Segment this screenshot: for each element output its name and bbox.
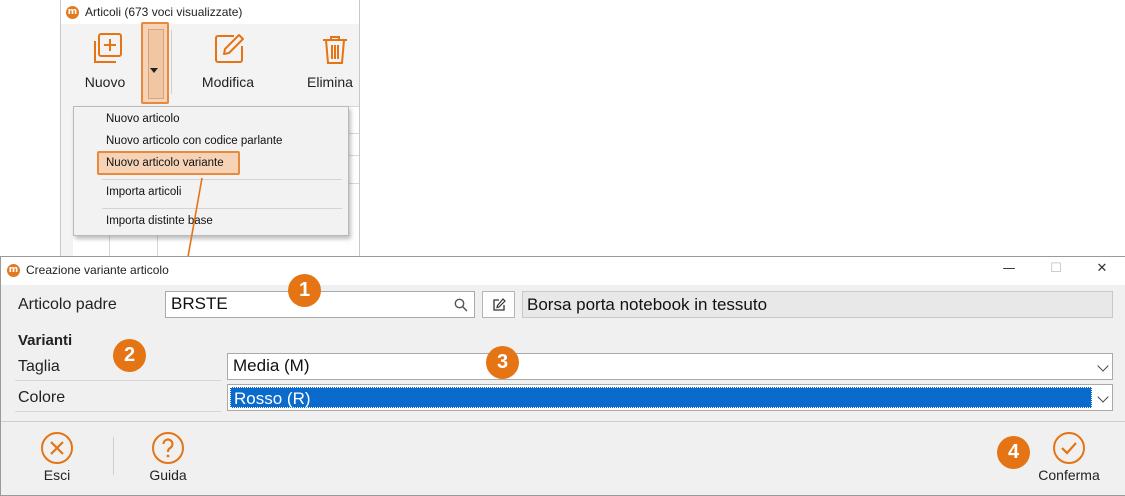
chevron-down-icon [1097,391,1109,403]
taglia-label: Taglia [18,358,60,375]
articolo-padre-code: BRSTE [171,294,228,313]
check-circle-icon [1053,432,1085,464]
edit-icon [215,34,244,63]
dropdown-inner [148,29,164,99]
dialog-title: Creazione variante articolo [26,263,169,277]
help-circle-icon [152,432,184,464]
menu-separator [102,208,342,209]
row-divider [15,380,221,381]
chevron-down-icon [1097,360,1109,372]
app-logo-icon: m [7,264,20,277]
taglia-select[interactable]: Media (M) [227,353,1113,380]
colore-label: Colore [18,389,66,406]
nuovo-button[interactable]: Nuovo [75,32,135,92]
menu-item-nuovo-articolo-codice-parlante[interactable]: Nuovo articolo con codice parlante [106,135,282,147]
articolo-padre-description: Borsa porta notebook in tessuto [522,291,1113,318]
conferma-button[interactable]: Conferma [1031,431,1107,487]
modifica-label: Modifica [201,74,255,90]
search-icon[interactable] [454,298,468,312]
guida-button[interactable]: Guida [140,431,196,487]
creazione-variante-dialog: m Creazione variante articolo — ☐ ✕ Arti… [0,256,1125,496]
close-button[interactable]: ✕ [1087,261,1117,281]
caret-down-icon [150,68,158,73]
articoli-window-title: Articoli (673 voci visualizzate) [85,5,243,19]
open-edit-icon [493,298,506,311]
colore-value: Rosso (R) [230,387,1092,408]
footer-separator [1,421,1125,422]
footer-divider [113,437,114,475]
elimina-label: Elimina [307,74,353,90]
open-articolo-button[interactable] [482,291,515,318]
trash-icon [323,36,347,64]
step-badge-2: 2 [113,339,146,372]
conferma-label: Conferma [1038,467,1100,483]
menu-item-nuovo-articolo-variante[interactable]: Nuovo articolo variante [106,157,224,169]
step-badge-1: 1 [288,274,321,307]
dialog-titlebar: m Creazione variante articolo — ☐ ✕ [1,257,1125,285]
maximize-button[interactable]: ☐ [1041,261,1071,281]
modifica-button[interactable]: Modifica [193,32,263,92]
menu-item-nuovo-articolo[interactable]: Nuovo articolo [106,113,180,125]
minimize-button[interactable]: — [994,261,1024,281]
step-badge-3: 3 [486,346,519,379]
nuovo-label: Nuovo [84,74,126,90]
add-square-icon [94,33,122,63]
taglia-value: Media (M) [233,356,310,375]
colore-select[interactable]: Rosso (R) [227,384,1113,411]
esci-label: Esci [43,467,71,483]
esci-button[interactable]: Esci [31,431,83,487]
close-circle-icon [41,432,73,464]
row-divider [15,411,221,412]
articolo-padre-label: Articolo padre [18,296,117,313]
nuovo-dropdown-menu: Nuovo articolo Nuovo articolo con codice… [73,106,349,236]
toolbar-separator [171,30,172,94]
nuovo-dropdown-button[interactable] [141,22,169,104]
app-logo-icon: m [66,6,79,19]
elimina-button[interactable]: Elimina [307,32,367,92]
step-badge-4: 4 [997,436,1030,469]
articoli-titlebar: m Articoli (673 voci visualizzate) [61,0,359,24]
varianti-heading: Varianti [18,332,73,349]
guida-label: Guida [149,467,187,483]
menu-separator [102,179,342,180]
